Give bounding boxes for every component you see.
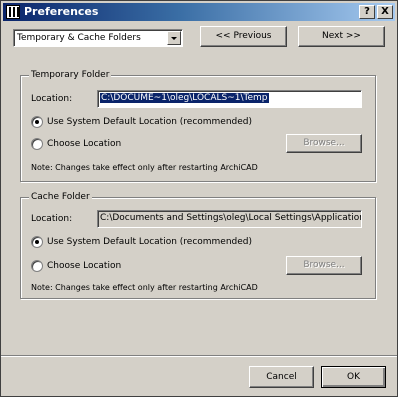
- previous-button[interactable]: << Previous: [200, 26, 287, 47]
- cache-choose-label[interactable]: Choose Location: [47, 260, 121, 272]
- cache-note: Note: Changes take effect only after res…: [31, 283, 258, 292]
- cache-browse-button[interactable]: Browse...: [286, 256, 362, 275]
- footer-divider: [1, 355, 397, 357]
- cache-default-radio[interactable]: [31, 236, 43, 248]
- title-bar[interactable]: Preferences ? X: [3, 3, 395, 21]
- page-select-dropdown[interactable]: Temporary & Cache Folders: [13, 29, 183, 47]
- cache-folder-group: Cache Folder Location: C:\Documents and …: [20, 191, 376, 299]
- ok-button[interactable]: OK: [321, 366, 386, 388]
- temporary-choose-radio[interactable]: [31, 138, 43, 150]
- temporary-location-label: Location:: [31, 94, 73, 104]
- cache-default-label[interactable]: Use System Default Location (recommended…: [47, 236, 252, 248]
- temporary-folder-group: Temporary Folder Location: C:\DOCUME~1\o…: [20, 69, 376, 182]
- preferences-window: Preferences ? X Temporary & Cache Folder…: [0, 0, 398, 397]
- temporary-default-label[interactable]: Use System Default Location (recommended…: [47, 116, 252, 128]
- temporary-location-value: C:\DOCUME~1\oleg\LOCALS~1\Temp: [100, 93, 269, 103]
- temporary-default-radio[interactable]: [31, 116, 43, 128]
- cache-choose-radio[interactable]: [31, 260, 43, 272]
- cache-location-label: Location:: [31, 214, 73, 224]
- next-button[interactable]: Next >>: [298, 26, 385, 47]
- temporary-note: Note: Changes take effect only after res…: [31, 163, 258, 172]
- close-button[interactable]: X: [377, 5, 393, 19]
- help-button[interactable]: ?: [359, 5, 375, 19]
- window-title: Preferences: [24, 5, 99, 18]
- temporary-browse-button[interactable]: Browse...: [286, 134, 362, 153]
- cancel-button[interactable]: Cancel: [249, 366, 314, 388]
- temporary-choose-label[interactable]: Choose Location: [47, 138, 121, 150]
- chevron-down-icon[interactable]: [167, 31, 181, 45]
- app-icon: [6, 5, 20, 19]
- temporary-location-field[interactable]: C:\DOCUME~1\oleg\LOCALS~1\Temp: [97, 90, 362, 108]
- temporary-folder-title: Temporary Folder: [29, 69, 112, 81]
- cache-folder-title: Cache Folder: [29, 191, 92, 203]
- cache-location-field[interactable]: C:\Documents and Settings\oleg\Local Set…: [97, 210, 362, 228]
- page-select-value: Temporary & Cache Folders: [17, 33, 141, 43]
